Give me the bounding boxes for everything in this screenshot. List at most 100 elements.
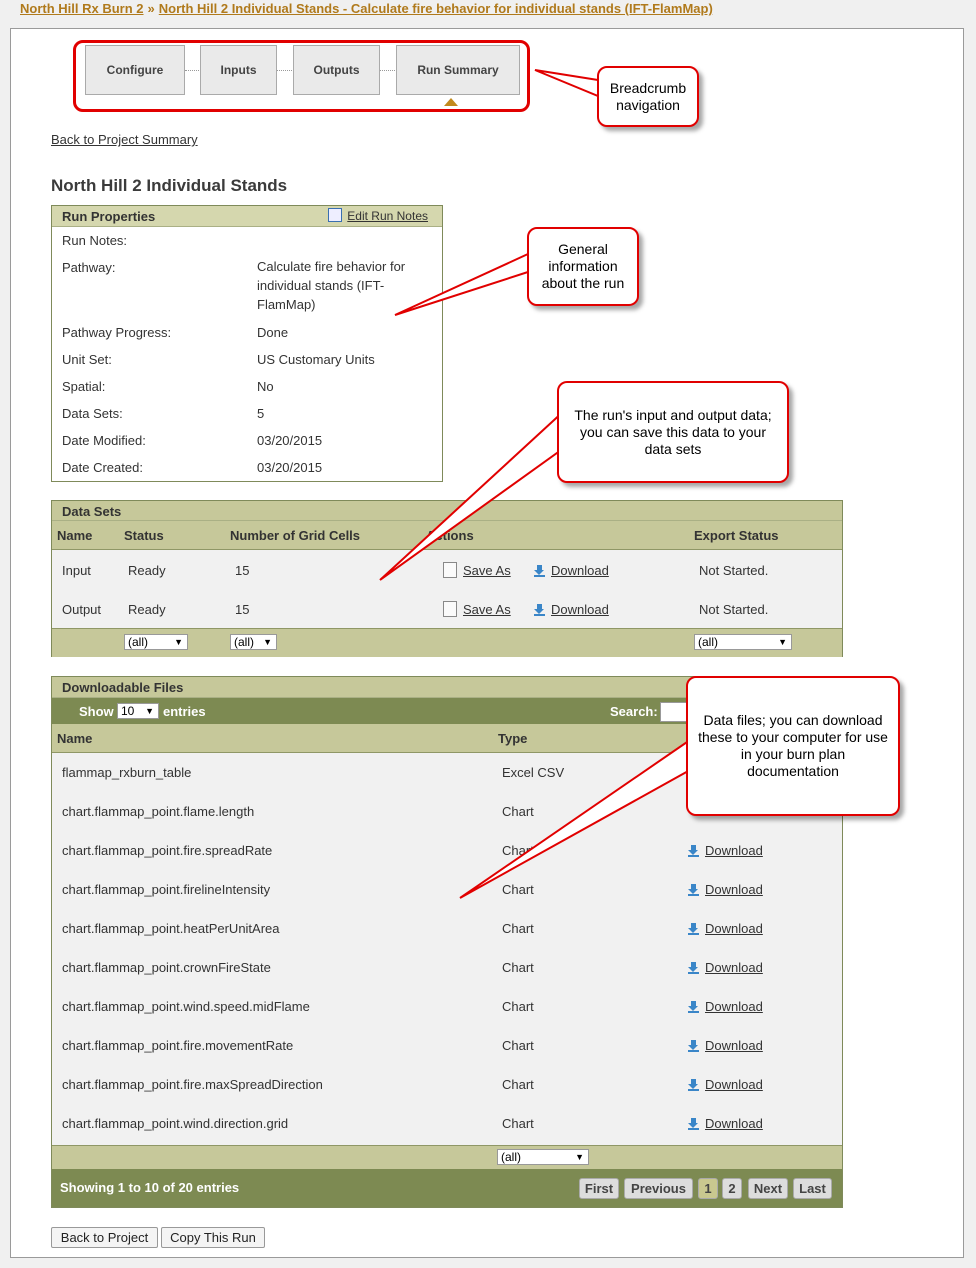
col-status[interactable]: Status: [124, 528, 164, 543]
file-download-label[interactable]: Download: [705, 843, 763, 858]
download-label[interactable]: Download: [551, 602, 609, 617]
prop-value: No: [257, 379, 274, 394]
file-download-label[interactable]: Download: [705, 1038, 763, 1053]
download-icon: [688, 1040, 699, 1052]
file-download-button[interactable]: Download: [688, 1038, 763, 1053]
file-download-label[interactable]: Download: [705, 999, 763, 1014]
type-filter-select[interactable]: (all) ▼: [497, 1149, 589, 1165]
file-download-label[interactable]: Download: [705, 1116, 763, 1131]
prop-value: Calculate fire behavior for individual s…: [257, 259, 406, 312]
download-button[interactable]: Download: [534, 563, 609, 578]
edit-run-notes-label[interactable]: Edit Run Notes: [347, 209, 428, 223]
dataset-status: Ready: [128, 602, 166, 617]
file-download-label[interactable]: Download: [705, 882, 763, 897]
download-icon: [534, 565, 545, 577]
back-to-project-summary-link[interactable]: Back to Project Summary: [51, 132, 198, 147]
save-as-button[interactable]: Save As: [443, 601, 511, 617]
data-sets-header: [52, 501, 842, 521]
breadcrumb: North Hill Rx Burn 2» North Hill 2 Indivi…: [20, 1, 713, 16]
file-type: Chart: [502, 921, 534, 936]
file-download-button[interactable]: Download: [688, 843, 763, 858]
breadcrumb-callout: Breadcrumb navigation: [597, 66, 699, 127]
page-title: North Hill 2 Individual Stands: [51, 176, 288, 195]
prop-label: Pathway Progress:: [62, 325, 172, 340]
export-filter-value: (all): [698, 635, 718, 649]
data-sets-table: Data Sets Name Status Number of Grid Cel…: [51, 500, 843, 657]
download-label[interactable]: Download: [551, 563, 609, 578]
type-filter-value: (all): [501, 1150, 521, 1164]
file-name: chart.flammap_point.wind.speed.midFlame: [62, 999, 310, 1014]
file-name: chart.flammap_point.fire.spreadRate: [62, 843, 273, 858]
edit-run-notes-link[interactable]: Edit Run Notes: [328, 208, 428, 223]
prop-label: Unit Set:: [62, 352, 112, 367]
file-download-label[interactable]: Download: [705, 1077, 763, 1092]
pagination-page-1-button[interactable]: 1: [698, 1178, 718, 1199]
datasets-callout: The run's input and output data; you can…: [557, 381, 789, 483]
pagination-first-button[interactable]: First: [579, 1178, 619, 1199]
file-name: chart.flammap_point.fire.maxSpreadDirect…: [62, 1077, 323, 1092]
prop-label: Data Sets:: [62, 406, 123, 421]
file-download-button[interactable]: Download: [688, 999, 763, 1014]
col-actions: Actions: [426, 528, 474, 543]
save-as-button[interactable]: Save As: [443, 562, 511, 578]
file-type: Chart: [502, 960, 534, 975]
edit-icon: [328, 208, 343, 222]
download-icon: [534, 604, 545, 616]
back-to-project-button[interactable]: Back to Project: [51, 1227, 158, 1248]
chevron-down-icon: ▼: [575, 1152, 584, 1162]
file-download-button[interactable]: Download: [688, 960, 763, 975]
pagination-last-button[interactable]: Last: [793, 1178, 832, 1199]
file-type: Chart: [502, 1116, 534, 1131]
files-filter-row: [52, 1145, 842, 1170]
chevron-down-icon: ▼: [174, 637, 183, 647]
entries-info: Showing 1 to 10 of 20 entries: [60, 1180, 240, 1195]
col-export-status[interactable]: Export Status: [694, 528, 779, 543]
files-heading: Downloadable Files: [62, 680, 184, 695]
download-icon: [688, 923, 699, 935]
file-name: chart.flammap_point.fire.movementRate: [62, 1038, 294, 1053]
file-name: chart.flammap_point.heatPerUnitArea: [62, 921, 280, 936]
dataset-cells: 15: [235, 563, 250, 578]
file-download-button[interactable]: Download: [688, 882, 763, 897]
file-download-button[interactable]: Download: [688, 1077, 763, 1092]
pagination-page-2-button[interactable]: 2: [722, 1178, 742, 1199]
file-download-button[interactable]: Download: [688, 1116, 763, 1131]
file-download-label[interactable]: Download: [705, 960, 763, 975]
prop-value: 5: [257, 406, 265, 421]
file-type: Chart: [502, 1077, 534, 1092]
download-button[interactable]: Download: [534, 602, 609, 617]
pagination-next-button[interactable]: Next: [748, 1178, 788, 1199]
files-callout: Data files; you can download these to yo…: [686, 676, 900, 816]
breadcrumb-project-link[interactable]: North Hill Rx Burn 2: [20, 1, 144, 16]
save-as-label[interactable]: Save As: [463, 602, 511, 617]
copy-this-run-button[interactable]: Copy This Run: [161, 1227, 265, 1248]
col-name[interactable]: Name: [57, 528, 92, 543]
download-icon: [688, 845, 699, 857]
download-icon: [688, 884, 699, 896]
export-status: Not Started.: [699, 602, 769, 617]
save-as-label[interactable]: Save As: [463, 563, 511, 578]
prop-label: Date Created:: [62, 460, 143, 475]
file-download-button[interactable]: Download: [688, 921, 763, 936]
status-filter-select[interactable]: (all) ▼: [124, 634, 188, 650]
run-properties-header: Run Properties Edit Run Notes: [52, 206, 442, 227]
file-type: Chart: [502, 804, 534, 819]
file-name: chart.flammap_point.crownFireState: [62, 960, 271, 975]
cells-filter-select[interactable]: (all) ▼: [230, 634, 277, 650]
export-filter-select[interactable]: (all) ▼: [694, 634, 792, 650]
pagination-previous-button[interactable]: Previous: [624, 1178, 693, 1199]
export-status: Not Started.: [699, 563, 769, 578]
prop-label: Pathway:: [62, 260, 116, 275]
file-name: flammap_rxburn_table: [62, 765, 192, 780]
prop-label: Run Notes:: [62, 233, 128, 248]
col-file-name[interactable]: Name: [57, 731, 92, 746]
breadcrumb-run-link[interactable]: North Hill 2 Individual Stands - Calcula…: [159, 1, 713, 16]
entries-select[interactable]: 10 ▼: [117, 703, 159, 719]
col-grid-cells[interactable]: Number of Grid Cells: [230, 528, 360, 543]
dataset-status: Ready: [128, 563, 166, 578]
prop-value: Done: [257, 325, 289, 340]
col-file-type[interactable]: Type: [498, 731, 527, 746]
save-as-icon: [443, 562, 457, 578]
file-download-label[interactable]: Download: [705, 921, 763, 936]
general-info-callout: General information about the run: [527, 227, 639, 306]
